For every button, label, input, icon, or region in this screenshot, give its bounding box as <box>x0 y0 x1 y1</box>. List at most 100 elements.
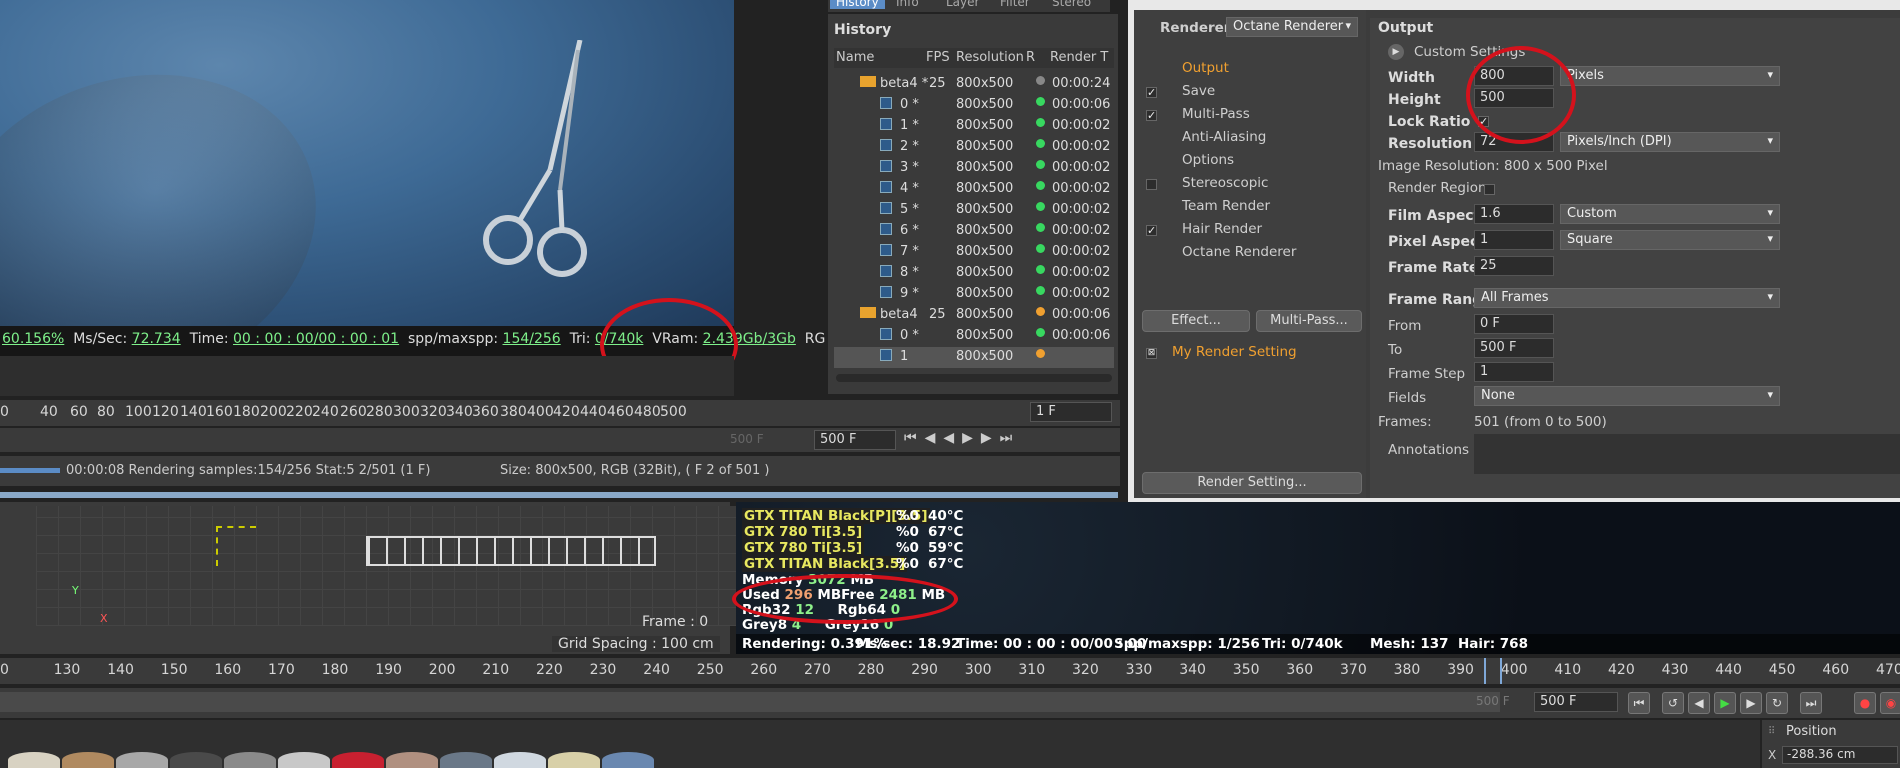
to-field[interactable]: 500 F <box>1474 338 1554 358</box>
material-swatch[interactable] <box>440 752 492 768</box>
playhead-marker[interactable] <box>1484 658 1502 684</box>
from-field[interactable]: 0 F <box>1474 314 1554 334</box>
film-aspect-dropdown[interactable]: Custom <box>1560 204 1780 224</box>
prev-key-icon[interactable]: ↺ <box>1662 692 1684 714</box>
timeline-ruler[interactable]: 0 130 140 150 160 170 180 190 200 210 220 230 240 250… <box>0 658 1900 684</box>
material-swatch[interactable] <box>170 752 222 768</box>
render-setting-button[interactable]: Render Setting... <box>1142 472 1362 494</box>
material-swatch[interactable] <box>494 752 546 768</box>
material-swatch[interactable] <box>548 752 600 768</box>
settings-item[interactable]: Anti-Aliasing <box>1182 129 1266 145</box>
material-swatch[interactable] <box>332 752 384 768</box>
settings-item[interactable]: Options <box>1182 152 1234 168</box>
material-swatch[interactable] <box>278 752 330 768</box>
item-checkbox[interactable]: ✓ <box>1146 110 1157 121</box>
position-panel: ⠿ Position X -288.36 cm <box>1762 720 1900 768</box>
timeline-tick-label: 300 <box>964 662 992 678</box>
render-region-checkbox[interactable] <box>1484 184 1495 195</box>
col-name[interactable]: Name <box>836 50 874 65</box>
history-render-time: 00:00:02 <box>1052 139 1111 154</box>
col-render-time[interactable]: Render T <box>1050 50 1108 65</box>
position-x-field[interactable]: -288.36 cm <box>1782 746 1898 764</box>
step-forward-icon[interactable]: ▶ <box>1740 692 1762 714</box>
settings-item[interactable]: Octane Renderer <box>1182 244 1296 260</box>
settings-item[interactable]: Output <box>1182 60 1229 76</box>
history-row[interactable]: 1 * 800x500 00:00:02 <box>834 116 1114 137</box>
current-frame-field[interactable]: 1 F <box>1030 402 1112 422</box>
ruler-tick-label: 100 <box>125 404 152 420</box>
tab-info[interactable]: Info <box>890 0 925 9</box>
item-checkbox[interactable]: ✓ <box>1146 225 1157 236</box>
ruler-tick-label: 200 <box>260 404 287 420</box>
timeline-scrub-track[interactable] <box>0 692 1500 712</box>
history-row[interactable]: 4 * 800x500 00:00:02 <box>834 179 1114 200</box>
material-swatch[interactable] <box>116 752 168 768</box>
history-row[interactable]: beta4 25 800x500 00:00:06 <box>834 305 1114 326</box>
render-settings-sidebar: Renderer Octane Renderer Output ✓ Save ✓ Mul… <box>1134 10 1366 498</box>
fields-dropdown[interactable]: None <box>1474 386 1780 406</box>
frame-rate-field[interactable]: 25 <box>1474 256 1554 276</box>
col-fps[interactable]: FPS <box>926 50 950 65</box>
history-name: 5 * <box>900 202 919 217</box>
item-checkbox[interactable]: ✓ <box>1146 87 1157 98</box>
history-row[interactable]: 6 * 800x500 00:00:02 <box>834 221 1114 242</box>
annotations-field[interactable] <box>1474 434 1900 474</box>
history-row[interactable]: 9 * 800x500 00:00:02 <box>834 284 1114 305</box>
playback-controls[interactable]: ⏮◀◀▶▶⏭ <box>904 430 1020 446</box>
preset-my-render-setting[interactable]: My Render Setting <box>1172 344 1297 360</box>
pixel-aspect-field[interactable]: 1 <box>1474 230 1554 250</box>
preset-checkbox[interactable]: ⊠ <box>1146 348 1157 359</box>
item-checkbox[interactable] <box>1146 179 1157 190</box>
tab-history[interactable]: History <box>830 0 885 9</box>
col-resolution[interactable]: Resolution <box>956 50 1024 65</box>
frame-range-dropdown[interactable]: All Frames <box>1474 288 1780 308</box>
record-icon[interactable]: ● <box>1854 692 1876 714</box>
history-row[interactable]: 5 * 800x500 00:00:02 <box>834 200 1114 221</box>
settings-item[interactable]: Stereoscopic <box>1182 175 1268 191</box>
material-swatch[interactable] <box>386 752 438 768</box>
effect-button[interactable]: Effect... <box>1142 310 1250 332</box>
goto-end-icon[interactable]: ⏭ <box>1800 692 1822 714</box>
material-swatch[interactable] <box>224 752 276 768</box>
film-aspect-field[interactable]: 1.6 <box>1474 204 1554 224</box>
tab-filter[interactable]: Filter <box>994 0 1036 9</box>
auto-key-icon[interactable]: ◉ <box>1880 692 1900 714</box>
settings-item[interactable]: Save <box>1182 83 1215 99</box>
status-dot-icon <box>1036 160 1045 169</box>
goto-start-icon[interactable]: ⏮ <box>1628 692 1650 714</box>
ruler-tick-label: 340 <box>446 404 473 420</box>
step-back-icon[interactable]: ◀ <box>1688 692 1710 714</box>
history-row[interactable]: 3 * 800x500 00:00:02 <box>834 158 1114 179</box>
history-row[interactable]: 1 800x500 <box>834 347 1114 368</box>
preset-arrow-icon[interactable]: ▶ <box>1388 44 1404 60</box>
settings-item[interactable]: Multi-Pass <box>1182 106 1250 122</box>
history-scrollbar[interactable] <box>836 374 1112 382</box>
multipass-button[interactable]: Multi-Pass... <box>1256 310 1362 332</box>
resolution-unit-dropdown[interactable]: Pixels/Inch (DPI) <box>1560 132 1780 152</box>
history-row[interactable]: 2 * 800x500 00:00:02 <box>834 137 1114 158</box>
material-swatch[interactable] <box>62 752 114 768</box>
frame-step-field[interactable]: 1 <box>1474 362 1554 382</box>
bottom-end-field[interactable]: 500 F <box>1534 692 1618 712</box>
tab-stereo[interactable]: Stereo <box>1046 0 1097 9</box>
col-r[interactable]: R <box>1026 50 1035 65</box>
units-dropdown[interactable]: Pixels <box>1560 66 1780 86</box>
renderer-dropdown[interactable]: Octane Renderer <box>1226 17 1358 37</box>
history-row[interactable]: 8 * 800x500 00:00:02 <box>834 263 1114 284</box>
history-row[interactable]: 7 * 800x500 00:00:02 <box>834 242 1114 263</box>
settings-item[interactable]: Team Render <box>1182 198 1270 214</box>
gpu-load: %0 <box>896 556 919 572</box>
history-row[interactable]: 0 * 800x500 00:00:06 <box>834 326 1114 347</box>
settings-item[interactable]: Hair Render <box>1182 221 1262 237</box>
pixel-aspect-dropdown[interactable]: Square <box>1560 230 1780 250</box>
material-swatch[interactable] <box>602 752 654 768</box>
play-icon[interactable]: ▶ <box>1714 692 1736 714</box>
material-swatch[interactable] <box>8 752 60 768</box>
end-frame-field[interactable]: 500 F <box>814 430 896 450</box>
history-row[interactable]: 0 * 800x500 00:00:06 <box>834 95 1114 116</box>
history-row[interactable]: beta4 * 25 800x500 00:00:24 <box>834 74 1114 95</box>
tab-layer[interactable]: Layer <box>940 0 985 9</box>
timeline-tick-label: 370 <box>1340 662 1367 678</box>
frame-ruler[interactable]: 0 40 60 80 100 120 140 160 180 200 220 240 260 280 300… <box>0 400 1120 426</box>
next-key-icon[interactable]: ↻ <box>1766 692 1788 714</box>
